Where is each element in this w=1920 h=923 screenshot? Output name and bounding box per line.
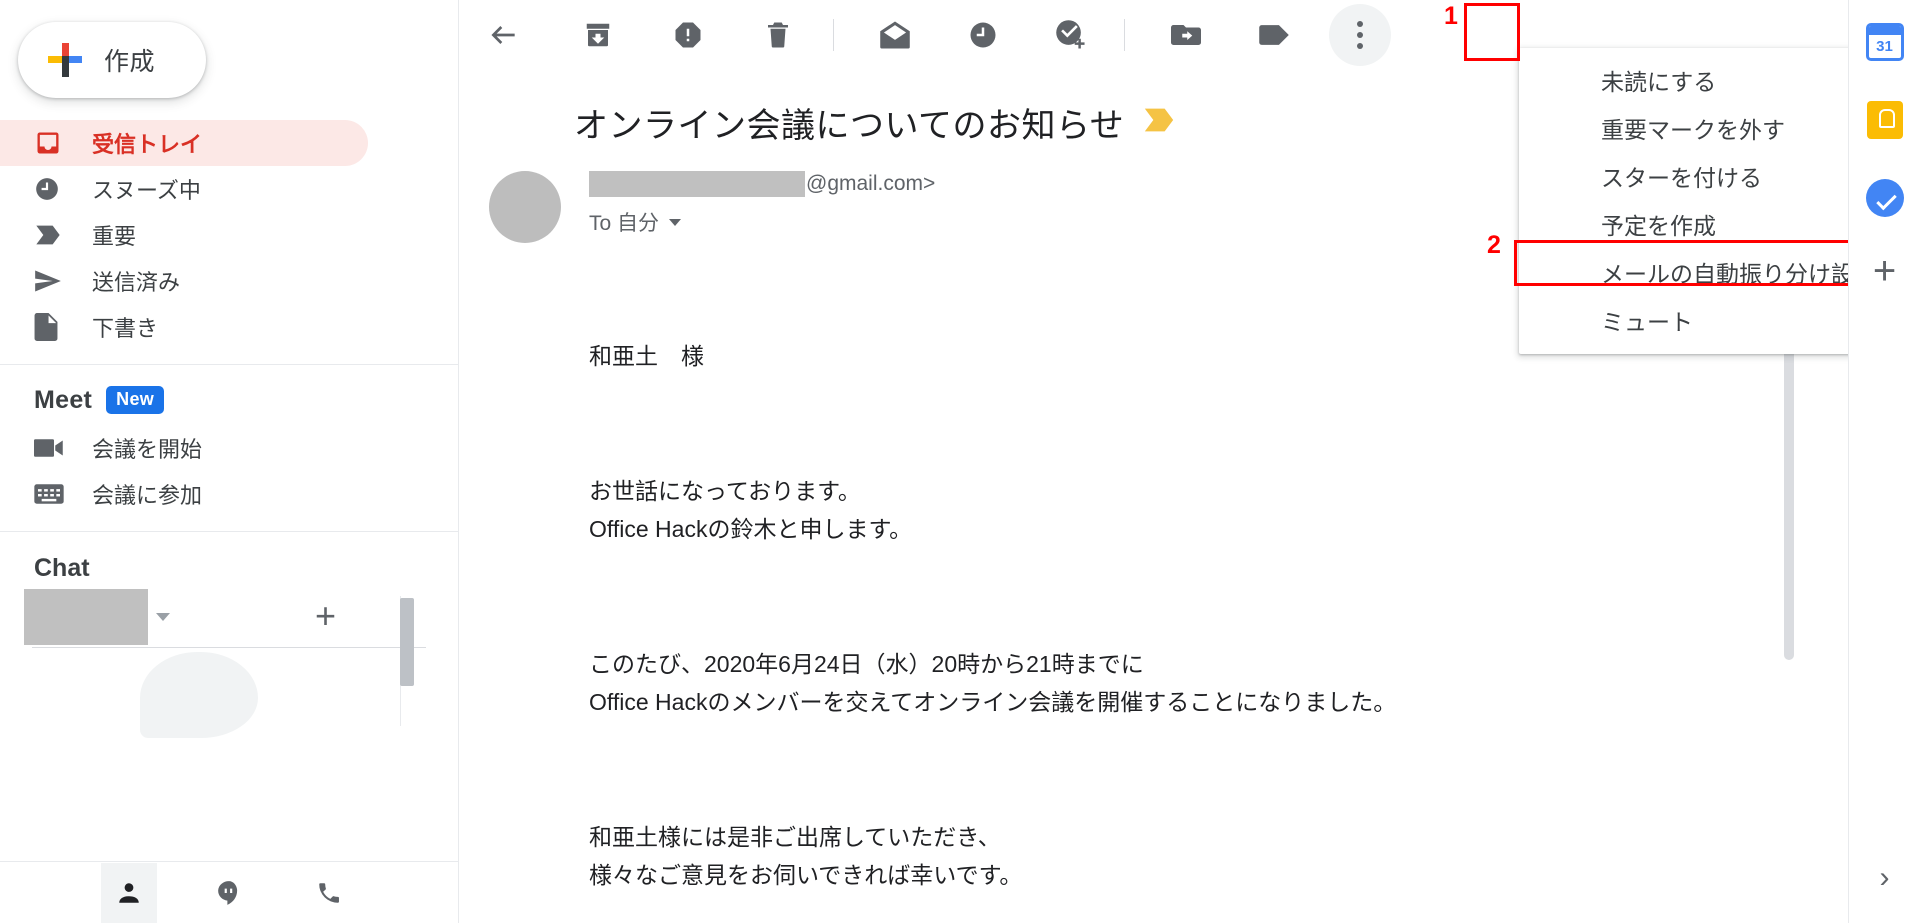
sidebar-item-start-meeting[interactable]: 会議を開始 <box>0 425 368 471</box>
sidebar-item-label: 下書き <box>92 316 159 341</box>
sidebar-divider-2 <box>0 531 458 532</box>
menu-item-add-star[interactable]: スターを付ける <box>1519 152 1848 200</box>
chat-tab-contacts[interactable] <box>101 862 157 923</box>
back-to-inbox-button[interactable] <box>473 4 535 66</box>
menu-item-mark-unread[interactable]: 未読にする <box>1519 56 1848 104</box>
sidebar-item-snoozed[interactable]: スヌーズ中 <box>0 166 368 212</box>
menu-item-create-event[interactable]: 予定を作成 <box>1519 200 1848 248</box>
clock-icon <box>34 176 68 202</box>
chat-scrollbar[interactable] <box>400 598 414 686</box>
labels-button[interactable] <box>1243 4 1305 66</box>
meet-new-badge: New <box>106 386 165 414</box>
compose-label: 作成 <box>104 48 156 76</box>
sidebar-item-label: 重要 <box>92 224 137 249</box>
body-paragraph: このたび、2020年6月24日（水）20時から21時までに Office Hac… <box>589 651 1397 715</box>
sidebar-item-drafts[interactable]: 下書き <box>0 304 368 350</box>
snooze-button[interactable] <box>952 4 1014 66</box>
archive-button[interactable] <box>567 4 629 66</box>
toolbar-divider-2 <box>1124 19 1125 51</box>
chat-user-row[interactable]: + <box>0 589 458 645</box>
draft-icon <box>34 313 68 341</box>
calendar-date-label: 31 <box>1876 38 1893 55</box>
mark-unread-button[interactable] <box>864 4 926 66</box>
chat-user-redacted <box>24 589 148 645</box>
menu-item-mute[interactable]: ミュート <box>1519 296 1848 344</box>
sidebar-item-inbox[interactable]: 受信トレイ <box>0 120 368 166</box>
sidebar-item-sent[interactable]: 送信済み <box>0 258 368 304</box>
keep-icon[interactable] <box>1863 98 1907 142</box>
recipient-label: To 自分 <box>589 212 660 235</box>
send-icon <box>34 269 68 293</box>
more-options-menu: 未読にする 重要マークを外す スターを付ける 予定を作成 メールの自動振り分け設… <box>1519 48 1848 354</box>
chat-empty-state <box>0 648 458 766</box>
report-spam-button[interactable] <box>657 4 719 66</box>
email-body: 和亜土 様 お世話になっております。 Office Hackの鈴木と申します。 … <box>589 263 1848 923</box>
page-title: オンライン会議についてのお知らせ <box>574 107 1125 145</box>
move-to-button[interactable] <box>1155 4 1217 66</box>
sidebar-item-label: 送信済み <box>92 270 181 295</box>
sidebar-divider-1 <box>0 364 458 365</box>
toolbar-divider-1 <box>833 19 834 51</box>
plus-icon <box>48 43 82 77</box>
body-paragraph: 和亜土様には是非ご出席していただき、 様々なご意見をお伺いできれば幸いです。 <box>589 824 1023 888</box>
nav-list: 受信トレイ スヌーズ中 重要 送信済み 下書き <box>0 120 458 350</box>
sender-redacted <box>589 171 805 197</box>
sidebar-item-label: 受信トレイ <box>92 132 203 157</box>
calendar-icon[interactable]: 31 <box>1863 20 1907 64</box>
annotation-number-2: 2 <box>1487 231 1501 259</box>
chat-tab-hangouts[interactable] <box>201 863 257 923</box>
keyboard-icon <box>34 483 68 505</box>
video-camera-icon <box>34 438 68 458</box>
chat-add-icon[interactable]: + <box>315 598 336 634</box>
important-chevron-icon <box>34 224 68 246</box>
chat-tab-phone[interactable] <box>301 863 357 923</box>
avatar <box>489 171 561 243</box>
compose-button[interactable]: 作成 <box>18 22 206 98</box>
chat-bubble-icon <box>140 652 258 738</box>
sender-email-domain: @gmail.com> <box>806 172 936 195</box>
annotation-number-1: 1 <box>1444 2 1458 30</box>
chevron-right-icon[interactable]: › <box>1880 861 1890 895</box>
important-marker-icon[interactable] <box>1142 107 1176 138</box>
meet-title: Meet <box>34 385 93 414</box>
chevron-down-icon <box>669 218 682 226</box>
sidebar-item-label: スヌーズ中 <box>92 178 201 203</box>
meet-section-header: Meet New <box>0 375 458 425</box>
sidebar-item-important[interactable]: 重要 <box>0 212 368 258</box>
inbox-icon <box>34 129 68 157</box>
main-pane: 1 / 83 ‹ › あ オンライン会議についてのお知らせ <box>459 0 1848 923</box>
sidebar-item-label: 会議を開始 <box>92 437 203 462</box>
chevron-down-icon <box>156 613 170 621</box>
right-side-panel: 31 + › <box>1848 0 1920 923</box>
gmail-window: 作成 受信トレイ スヌーズ中 重要 送信済み 下書き Meet New 会議を開… <box>0 0 1920 923</box>
add-addon-icon[interactable]: + <box>1873 251 1896 291</box>
add-to-tasks-button[interactable] <box>1040 4 1102 66</box>
tasks-icon[interactable] <box>1863 176 1907 220</box>
chat-title: Chat <box>34 554 90 582</box>
delete-button[interactable] <box>747 4 809 66</box>
chat-footer-tabs <box>0 861 458 923</box>
more-vertical-icon <box>1357 21 1363 49</box>
body-paragraph: お世話になっております。 Office Hackの鈴木と申します。 <box>589 478 913 542</box>
menu-item-remove-important[interactable]: 重要マークを外す <box>1519 104 1848 152</box>
chat-section-header: Chat <box>0 554 458 583</box>
more-options-button[interactable] <box>1329 4 1391 66</box>
left-sidebar: 作成 受信トレイ スヌーズ中 重要 送信済み 下書き Meet New 会議を開… <box>0 0 459 923</box>
sidebar-item-join-meeting[interactable]: 会議に参加 <box>0 471 368 517</box>
menu-item-filter-messages[interactable]: メールの自動振り分け設定 <box>1519 248 1848 296</box>
sidebar-item-label: 会議に参加 <box>92 483 203 508</box>
